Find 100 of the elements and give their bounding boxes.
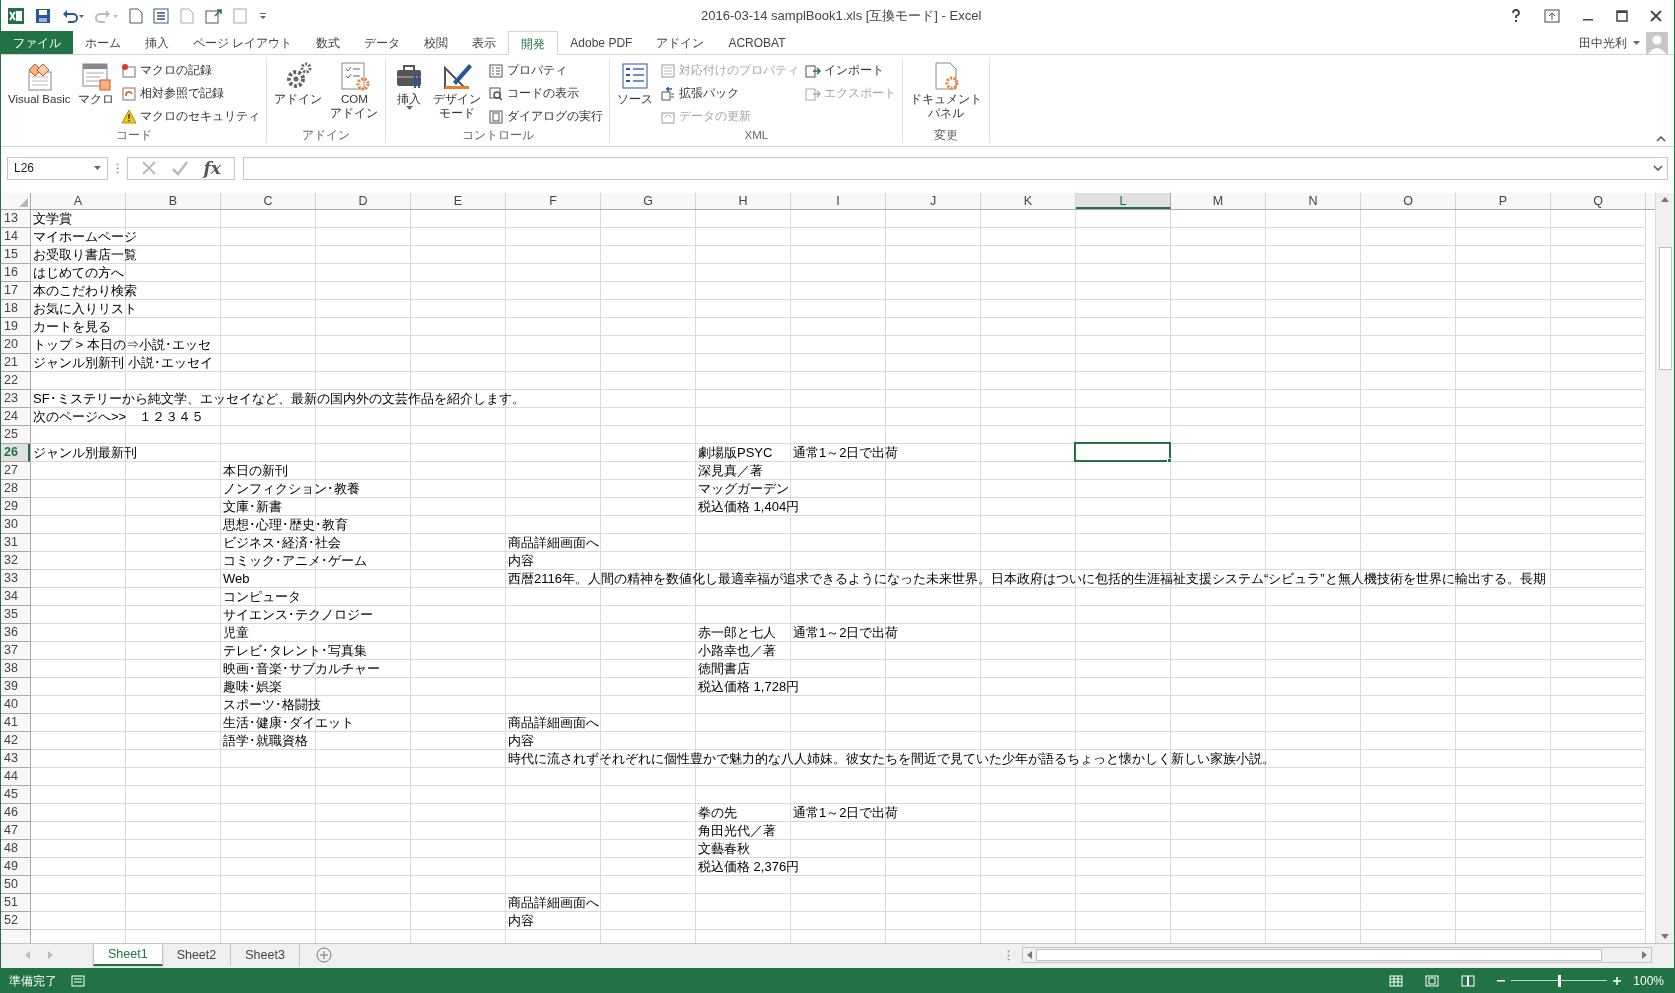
scroll-down-icon[interactable] xyxy=(1661,934,1669,940)
row-header[interactable]: 51 xyxy=(1,894,30,912)
column-header[interactable]: I xyxy=(791,193,886,209)
ribbon-tab[interactable]: ACROBAT xyxy=(716,31,798,54)
new-document-icon[interactable] xyxy=(129,8,143,24)
row-header[interactable]: 22 xyxy=(1,372,30,390)
scroll-left-icon[interactable] xyxy=(1027,951,1032,959)
ribbon-tab[interactable]: 表示 xyxy=(460,31,509,54)
column-header[interactable]: G xyxy=(601,193,696,209)
row-header[interactable]: 48 xyxy=(1,840,30,858)
row-header[interactable]: 41 xyxy=(1,714,30,732)
column-header[interactable]: Q xyxy=(1551,193,1646,209)
ribbon-button[interactable]: マクロのセキュリティ xyxy=(119,106,263,127)
ribbon-tab[interactable]: アドイン xyxy=(644,31,717,54)
ribbon-button[interactable]: コードの表示 xyxy=(486,83,606,104)
normal-view-icon[interactable] xyxy=(1389,974,1404,987)
ribbon-button[interactable]: プロパティ xyxy=(486,60,606,81)
help-icon[interactable] xyxy=(1510,9,1522,23)
row-header[interactable]: 38 xyxy=(1,660,30,678)
column-header[interactable]: B xyxy=(126,193,221,209)
ribbon-button[interactable]: インポート xyxy=(803,60,899,81)
caret-icon[interactable] xyxy=(1633,41,1640,45)
row-header[interactable]: 19 xyxy=(1,318,30,336)
row-header[interactable]: 52 xyxy=(1,912,30,930)
row-header[interactable]: 26 xyxy=(1,444,30,462)
collapse-ribbon-icon[interactable] xyxy=(1656,136,1666,142)
column-header[interactable]: N xyxy=(1266,193,1361,209)
drag-handle-icon[interactable] xyxy=(116,162,119,174)
column-header[interactable]: F xyxy=(506,193,601,209)
ribbon-button[interactable]: COM アドイン xyxy=(327,60,382,120)
sheet-tab[interactable]: Sheet3 xyxy=(231,944,300,966)
customize-caret-icon[interactable] xyxy=(259,12,267,20)
split-handle-icon[interactable] xyxy=(1007,949,1010,961)
row-header[interactable]: 44 xyxy=(1,768,30,786)
close-icon[interactable] xyxy=(1650,10,1662,22)
export-icon[interactable] xyxy=(205,8,223,24)
column-header[interactable]: O xyxy=(1361,193,1456,209)
name-box[interactable]: L26 xyxy=(7,156,108,180)
row-header[interactable]: 30 xyxy=(1,516,30,534)
ribbon-tab[interactable]: 数式 xyxy=(304,31,353,54)
insert-function-button[interactable]: fx xyxy=(203,159,221,177)
ribbon-button[interactable]: ドキュメント パネル xyxy=(907,60,986,120)
row-header[interactable]: 20 xyxy=(1,336,30,354)
row-header[interactable]: 31 xyxy=(1,534,30,552)
ribbon-button[interactable]: ダイアログの実行 xyxy=(486,106,606,127)
ribbon-button[interactable]: マクロ xyxy=(75,60,118,106)
row-header[interactable]: 23 xyxy=(1,390,30,408)
ribbon-tab[interactable]: 校閲 xyxy=(412,31,461,54)
column-header[interactable]: H xyxy=(696,193,791,209)
row-header[interactable]: 17 xyxy=(1,282,30,300)
ribbon-tab[interactable]: データ xyxy=(352,31,413,54)
row-header[interactable]: 37 xyxy=(1,642,30,660)
row-header[interactable]: 46 xyxy=(1,804,30,822)
row-header[interactable]: 34 xyxy=(1,588,30,606)
row-header[interactable]: 49 xyxy=(1,858,30,876)
row-header[interactable]: 40 xyxy=(1,696,30,714)
sheet-tab[interactable]: Sheet2 xyxy=(162,944,232,966)
row-header[interactable]: 39 xyxy=(1,678,30,696)
ribbon-tab[interactable]: ファイル xyxy=(1,31,73,54)
scrollbar-thumb[interactable] xyxy=(1036,949,1602,961)
sheet-tab[interactable]: Sheet1 xyxy=(93,944,163,966)
spreadsheet-logo-icon[interactable] xyxy=(7,7,25,25)
undo-icon[interactable] xyxy=(61,8,85,24)
page-layout-view-icon[interactable] xyxy=(1425,974,1440,987)
row-header[interactable]: 43 xyxy=(1,750,30,768)
ribbon-button[interactable]: 相対参照で記録 xyxy=(119,83,263,104)
zoom-slider[interactable] xyxy=(1511,973,1608,988)
ribbon-tab[interactable]: Adobe PDF xyxy=(558,31,645,54)
vertical-scrollbar[interactable] xyxy=(1655,193,1674,943)
row-header[interactable]: 16 xyxy=(1,264,30,282)
expand-formula-bar-icon[interactable] xyxy=(1653,165,1663,171)
user-name[interactable]: 田中光利 xyxy=(1579,34,1627,52)
row-header[interactable]: 13 xyxy=(1,210,30,228)
ribbon-button[interactable]: マクロの記録 xyxy=(119,60,263,81)
ribbon-display-icon[interactable] xyxy=(1544,9,1560,23)
dropdown-caret-icon[interactable] xyxy=(94,166,101,170)
save-icon[interactable] xyxy=(35,8,51,24)
zoom-thumb[interactable] xyxy=(1557,974,1561,987)
ribbon-tab[interactable]: 挿入 xyxy=(133,31,181,54)
ribbon-button[interactable]: 挿入 xyxy=(390,60,429,110)
row-header[interactable]: 35 xyxy=(1,606,30,624)
ribbon-tab[interactable]: ページ レイアウト xyxy=(181,31,305,54)
row-header[interactable]: 42 xyxy=(1,732,30,750)
row-header[interactable]: 21 xyxy=(1,354,30,372)
column-header[interactable]: E xyxy=(411,193,506,209)
row-header[interactable]: 36 xyxy=(1,624,30,642)
row-header[interactable]: 47 xyxy=(1,822,30,840)
column-header[interactable]: M xyxy=(1171,193,1266,209)
check-icon[interactable] xyxy=(171,160,190,176)
ribbon-button[interactable]: デザイン モード xyxy=(430,60,485,120)
scrollbar-thumb[interactable] xyxy=(1658,247,1672,370)
horizontal-scrollbar[interactable] xyxy=(1022,947,1652,963)
row-header[interactable]: 14 xyxy=(1,228,30,246)
column-header[interactable]: C xyxy=(221,193,316,209)
column-header[interactable]: J xyxy=(886,193,981,209)
row-header[interactable]: 15 xyxy=(1,246,30,264)
row-header[interactable]: 28 xyxy=(1,480,30,498)
scroll-up-icon[interactable] xyxy=(1661,196,1669,202)
row-header[interactable]: 45 xyxy=(1,786,30,804)
row-header[interactable]: 33 xyxy=(1,570,30,588)
